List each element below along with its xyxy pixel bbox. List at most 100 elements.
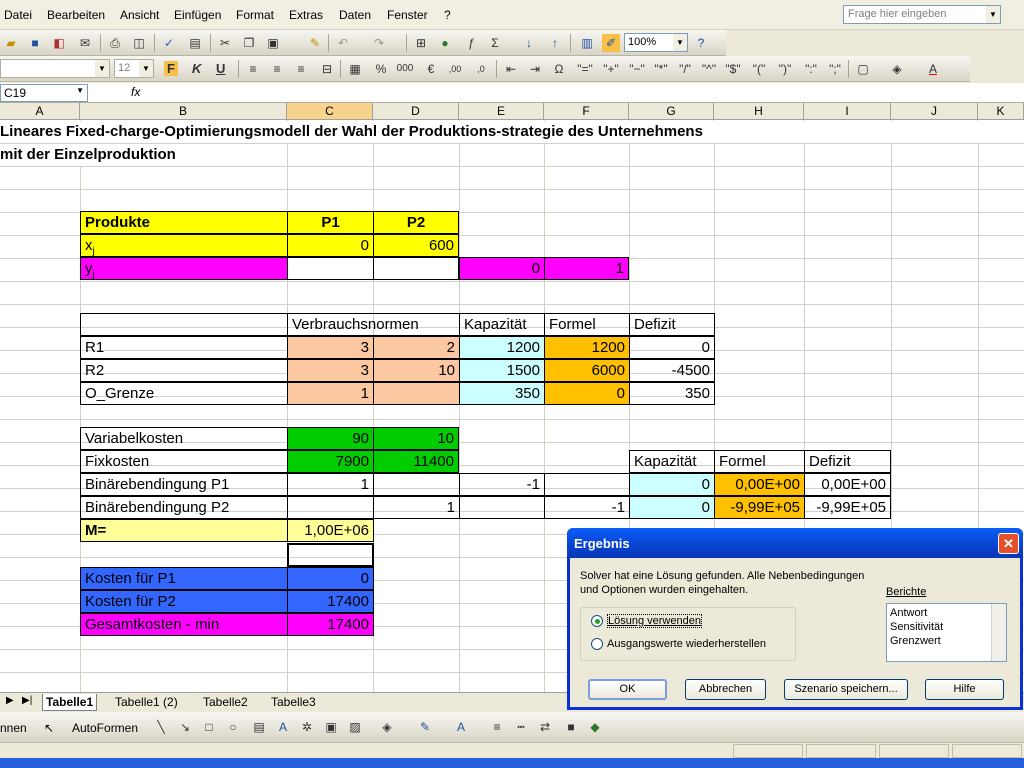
- big-m-label[interactable]: M=: [80, 519, 288, 542]
- dash-style-icon[interactable]: ┅: [512, 718, 530, 736]
- autoshapes-button[interactable]: AutoFormen: [72, 721, 138, 735]
- research-icon[interactable]: ▤: [186, 34, 204, 52]
- select-objects-icon[interactable]: ↖: [44, 721, 54, 735]
- tab-tabelle2[interactable]: Tabelle2: [200, 694, 251, 710]
- help-icon[interactable]: ?: [692, 34, 710, 52]
- binary-p1-defizit[interactable]: 0,00E+00: [804, 473, 891, 496]
- norms-og-formel[interactable]: 0: [544, 382, 630, 405]
- binary-header-kapazitaet[interactable]: Kapazität: [629, 450, 715, 473]
- column-header-d[interactable]: D: [373, 103, 459, 120]
- column-header-a[interactable]: A: [0, 103, 80, 120]
- oval-icon[interactable]: ○: [224, 718, 242, 736]
- norms-r1-d[interactable]: 2: [373, 336, 460, 359]
- save-scenario-button[interactable]: Szenario speichern...: [784, 679, 908, 700]
- autosum-icon[interactable]: Σ: [486, 34, 504, 52]
- yj-d-cell[interactable]: [373, 257, 459, 280]
- save-icon[interactable]: ■: [26, 34, 44, 52]
- menu-datei[interactable]: Datei: [4, 8, 32, 22]
- norms-r1-defizit[interactable]: 0: [629, 336, 715, 359]
- norms-header-verbrauch[interactable]: Verbrauchsnormen: [287, 313, 460, 336]
- globe-icon[interactable]: ●: [436, 34, 454, 52]
- copy-icon[interactable]: ❐: [240, 34, 258, 52]
- binary-p2-defizit[interactable]: -9,99E+05: [804, 496, 891, 519]
- norms-r1-formel[interactable]: 1200: [544, 336, 630, 359]
- norms-r1-kapazitaet[interactable]: 1200: [459, 336, 545, 359]
- close-icon[interactable]: ✕: [998, 533, 1019, 554]
- open-icon[interactable]: ▰: [2, 34, 20, 52]
- cost-p2-value[interactable]: 17400: [287, 590, 374, 613]
- norms-og-kapazitaet[interactable]: 350: [459, 382, 545, 405]
- radio-on-icon[interactable]: [591, 615, 603, 628]
- radio-off-icon[interactable]: [591, 638, 603, 651]
- cost-p1-value[interactable]: 0: [287, 567, 374, 590]
- drawing-icon[interactable]: ✐: [602, 34, 620, 52]
- radio-restore-values[interactable]: Ausgangswerte wiederherstellen: [591, 638, 766, 651]
- binary-p1-formel[interactable]: 0,00E+00: [714, 473, 805, 496]
- binary-p1-kapazitaet[interactable]: 0: [629, 473, 715, 496]
- norms-r2-c[interactable]: 3: [287, 359, 374, 382]
- chart-wizard-icon[interactable]: ▥: [578, 34, 596, 52]
- indent-icon[interactable]: ⇥: [526, 60, 544, 78]
- column-header-i[interactable]: I: [804, 103, 891, 120]
- y2-value[interactable]: 1: [544, 257, 629, 280]
- column-header-b[interactable]: B: [80, 103, 287, 120]
- column-header-g[interactable]: G: [629, 103, 714, 120]
- font-color-icon[interactable]: A: [924, 60, 942, 78]
- binary-p2-kapazitaet[interactable]: 0: [629, 496, 715, 519]
- menu-extras[interactable]: Extras: [289, 8, 323, 22]
- line-icon[interactable]: ╲: [152, 718, 170, 736]
- symbol-minus-icon[interactable]: "−": [628, 60, 646, 78]
- norms-row-r1-label[interactable]: R1: [80, 336, 288, 359]
- menu-fenster[interactable]: Fenster: [387, 8, 428, 22]
- column-header-e[interactable]: E: [459, 103, 544, 120]
- report-item-sensitivity[interactable]: Sensitivität: [890, 620, 1003, 634]
- binary-p2-label[interactable]: Binärebendingung P2: [80, 496, 288, 519]
- binary-p2-d[interactable]: 1: [373, 496, 460, 519]
- column-header-k[interactable]: K: [978, 103, 1024, 120]
- draw-menu-button[interactable]: nnen: [0, 721, 27, 735]
- norms-r2-formel[interactable]: 6000: [544, 359, 630, 382]
- tab-scroll-last-icon[interactable]: ▶|: [22, 695, 32, 706]
- norms-row-ograenze-label[interactable]: O_Grenze: [80, 382, 288, 405]
- binary-p2-c[interactable]: [287, 496, 374, 519]
- function-icon[interactable]: ƒ: [462, 34, 480, 52]
- formula-input[interactable]: [150, 84, 1020, 102]
- menu-format[interactable]: Format: [236, 8, 274, 22]
- help-search-input[interactable]: Frage hier eingeben ▼: [843, 5, 1001, 24]
- font-name-select[interactable]: ▼: [0, 59, 110, 78]
- binary-p2-f[interactable]: -1: [544, 496, 630, 519]
- textbox-icon[interactable]: ▤: [250, 718, 268, 736]
- align-left-icon[interactable]: ≡: [244, 60, 262, 78]
- chevron-down-icon[interactable]: ▼: [673, 34, 687, 51]
- norms-r2-d[interactable]: 10: [373, 359, 460, 382]
- format-painter-icon[interactable]: ✎: [306, 34, 324, 52]
- binary-header-defizit[interactable]: Defizit: [804, 450, 891, 473]
- symbol-asterisk-icon[interactable]: "*": [652, 60, 670, 78]
- y1-value[interactable]: 0: [459, 257, 545, 280]
- norms-r2-kapazitaet[interactable]: 1500: [459, 359, 545, 382]
- picture-icon[interactable]: ▨: [346, 718, 364, 736]
- tab-scroll-next-icon[interactable]: ▶: [6, 695, 14, 706]
- menu-daten[interactable]: Daten: [339, 8, 371, 22]
- function-icon[interactable]: fx: [131, 85, 140, 99]
- help-button[interactable]: Hilfe: [925, 679, 1004, 700]
- binary-p2-formel[interactable]: -9,99E+05: [714, 496, 805, 519]
- costs-fix-d[interactable]: 11400: [373, 450, 459, 473]
- print-preview-icon[interactable]: ◫: [130, 34, 148, 52]
- arrow-style-icon[interactable]: ⇄: [536, 718, 554, 736]
- dialog-title-bar[interactable]: Ergebnis ✕: [567, 528, 1023, 558]
- column-header-f[interactable]: F: [544, 103, 629, 120]
- line-color-icon[interactable]: ✎: [416, 718, 434, 736]
- arrow-icon[interactable]: ↘: [176, 718, 194, 736]
- total-cost-label[interactable]: Gesamtkosten - min: [80, 613, 288, 636]
- selected-cell-c19[interactable]: [287, 543, 374, 567]
- italic-button[interactable]: K: [192, 61, 201, 76]
- chevron-down-icon[interactable]: ▼: [139, 60, 153, 77]
- yj-c-cell[interactable]: [287, 257, 374, 280]
- outdent-icon[interactable]: ⇤: [502, 60, 520, 78]
- norms-r1-c[interactable]: 3: [287, 336, 374, 359]
- norms-corner-cell[interactable]: [80, 313, 288, 336]
- xj-label[interactable]: xj: [80, 234, 288, 257]
- diagram-icon[interactable]: ✲: [298, 718, 316, 736]
- sort-ascending-icon[interactable]: ↓: [520, 34, 538, 52]
